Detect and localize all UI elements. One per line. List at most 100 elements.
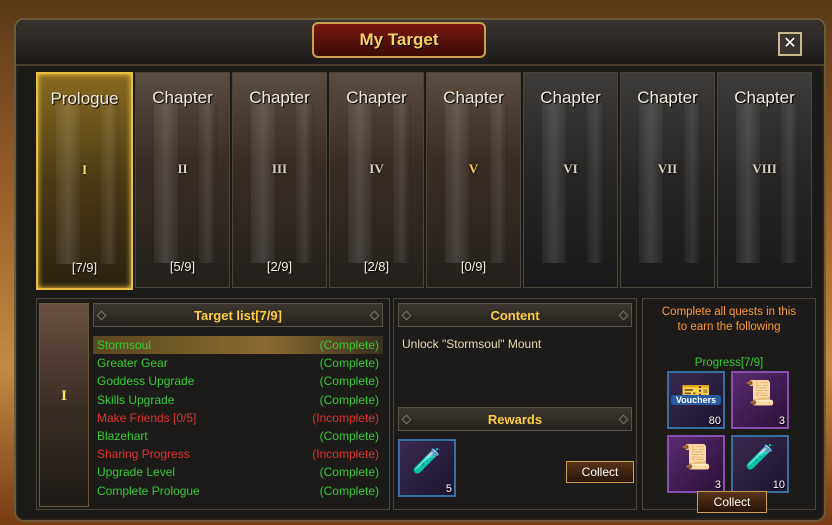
item-count: 5 bbox=[445, 483, 452, 495]
reward-item-scroll[interactable]: 📜 3 bbox=[731, 371, 789, 429]
pillar-decoration bbox=[490, 103, 508, 263]
target-status: (Incomplete) bbox=[312, 410, 379, 425]
target-list: Stormsoul (Complete) Greater Gear (Complet… bbox=[93, 336, 383, 500]
selected-chapter-thumbnail: I bbox=[39, 303, 89, 507]
target-status: (Complete) bbox=[319, 465, 379, 480]
chapter-card-4[interactable]: Chapter IV [2/8] bbox=[329, 72, 424, 288]
target-row[interactable]: Make Friends [0/5] (Incomplete) bbox=[93, 409, 383, 427]
target-row[interactable]: Greater Gear (Complete) bbox=[93, 354, 383, 372]
rewards-heading: Rewards bbox=[398, 407, 632, 431]
chapter-title: Chapter bbox=[734, 88, 795, 107]
target-name: Blazehart bbox=[97, 429, 148, 444]
chapter-numeral: VIII bbox=[752, 161, 777, 176]
reward-item-purple-scroll[interactable]: 📜 3 bbox=[667, 435, 725, 493]
target-status: (Complete) bbox=[319, 338, 379, 353]
target-status: (Complete) bbox=[319, 392, 379, 407]
collect-button[interactable]: Collect bbox=[566, 461, 634, 483]
pillar-decoration bbox=[296, 103, 314, 263]
target-name: Complete Prologue bbox=[97, 483, 200, 498]
chapter-numeral: I bbox=[81, 162, 88, 177]
target-status: (Incomplete) bbox=[312, 447, 379, 462]
chapter-numeral: I bbox=[61, 388, 67, 404]
item-count: 3 bbox=[778, 415, 785, 427]
target-row[interactable]: Stormsoul (Complete) bbox=[93, 336, 383, 355]
collect-all-button[interactable]: Collect bbox=[697, 491, 767, 513]
pillar-decoration bbox=[199, 103, 217, 263]
chapter-numeral: V bbox=[468, 161, 479, 176]
chapter-numeral: IV bbox=[369, 161, 384, 176]
target-status: (Complete) bbox=[319, 429, 379, 444]
item-count: 80 bbox=[708, 415, 721, 427]
chapter-numeral: VI bbox=[563, 161, 578, 176]
chapter-card-6[interactable]: Chapter VI bbox=[523, 72, 618, 288]
potion-icon: 🧪 bbox=[745, 444, 775, 471]
target-status: (Complete) bbox=[319, 374, 379, 389]
item-count: 10 bbox=[772, 479, 785, 491]
chapter-progress: [2/9] bbox=[266, 259, 293, 274]
target-list-heading: Target list[7/9] bbox=[93, 303, 383, 327]
chapter-progress: [5/9] bbox=[169, 259, 196, 274]
target-name: Stormsoul bbox=[97, 338, 152, 353]
reward-item-potion[interactable]: 🧪 5 bbox=[398, 439, 456, 497]
chapter-card-7[interactable]: Chapter VII bbox=[620, 72, 715, 288]
close-button[interactable]: ✕ bbox=[778, 32, 802, 56]
chapter-card-3[interactable]: Chapter III [2/9] bbox=[232, 72, 327, 288]
pillar-decoration bbox=[154, 103, 178, 263]
vouchers-label: Vouchers bbox=[671, 395, 721, 405]
chapter-card-5[interactable]: Chapter V [0/9] bbox=[426, 72, 521, 288]
chapter-reward-description: Complete all quests in this to earn the … bbox=[647, 305, 811, 335]
chapter-title: Chapter bbox=[152, 88, 213, 107]
target-row[interactable]: Complete Prologue (Complete) bbox=[93, 482, 383, 500]
content-heading: Content bbox=[398, 303, 632, 327]
target-name: Upgrade Level bbox=[97, 465, 176, 480]
chapter-title: Chapter bbox=[249, 88, 310, 107]
pillar-decoration bbox=[348, 103, 372, 263]
pillar-decoration bbox=[445, 103, 469, 263]
description-line: Complete all quests in this bbox=[661, 306, 797, 318]
chapter-card-2[interactable]: Chapter II [5/9] bbox=[135, 72, 230, 288]
pillar-decoration bbox=[251, 103, 275, 263]
target-row[interactable]: Upgrade Level (Complete) bbox=[93, 463, 383, 481]
content-panel: Content Unlock "Stormsoul" Mount Rewards… bbox=[393, 298, 637, 510]
chapter-title: Prologue bbox=[50, 89, 119, 108]
description-line: to earn the following bbox=[677, 321, 781, 333]
chapter-card-8[interactable]: Chapter VIII bbox=[717, 72, 812, 288]
target-row[interactable]: Skills Upgrade (Complete) bbox=[93, 391, 383, 409]
scroll-icon: 📜 bbox=[745, 380, 775, 407]
chapter-reward-panel: Complete all quests in this to earn the … bbox=[642, 298, 816, 513]
chapter-title: Chapter bbox=[346, 88, 407, 107]
target-name: Skills Upgrade bbox=[97, 392, 175, 407]
chapter-progress-text: Progress[7/9] bbox=[694, 357, 764, 369]
target-name: Sharing Progress bbox=[97, 447, 190, 462]
chapter-progress: [0/9] bbox=[460, 259, 487, 274]
reward-item-vouchers[interactable]: 🎫 Vouchers 80 bbox=[667, 371, 725, 429]
pillar-decoration bbox=[684, 103, 702, 263]
pillar-decoration bbox=[393, 103, 411, 263]
chapter-progress: [7/9] bbox=[71, 260, 98, 275]
chapter-progress: [2/8] bbox=[363, 259, 390, 274]
target-status: (Complete) bbox=[319, 356, 379, 371]
chapter-title: Chapter bbox=[443, 88, 504, 107]
window-title: My Target bbox=[312, 22, 486, 58]
target-name: Goddess Upgrade bbox=[97, 374, 195, 389]
pillar-decoration bbox=[781, 103, 799, 263]
my-target-window: My Target ✕ Prologue I [7/9] Chapter II … bbox=[14, 18, 826, 522]
chapter-card-prologue[interactable]: Prologue I [7/9] bbox=[36, 72, 133, 290]
pillar-decoration bbox=[101, 104, 119, 264]
reward-item-potion[interactable]: 🧪 10 bbox=[731, 435, 789, 493]
chapter-title: Chapter bbox=[637, 88, 698, 107]
pillar-decoration bbox=[542, 103, 566, 263]
target-row[interactable]: Goddess Upgrade (Complete) bbox=[93, 372, 383, 390]
content-description: Unlock "Stormsoul" Mount bbox=[402, 337, 542, 351]
chapter-numeral: II bbox=[177, 161, 188, 176]
chapter-numeral: III bbox=[271, 161, 288, 176]
target-row[interactable]: Blazehart (Complete) bbox=[93, 427, 383, 445]
target-name: Make Friends [0/5] bbox=[97, 410, 197, 425]
chapter-strip: Prologue I [7/9] Chapter II [5/9] Chapte… bbox=[36, 72, 812, 290]
pillar-decoration bbox=[56, 104, 80, 264]
pillar-decoration bbox=[639, 103, 663, 263]
pillar-decoration bbox=[736, 103, 760, 263]
item-count: 3 bbox=[714, 479, 721, 491]
target-row[interactable]: Sharing Progress (Incomplete) bbox=[93, 445, 383, 463]
chapter-title: Chapter bbox=[540, 88, 601, 107]
